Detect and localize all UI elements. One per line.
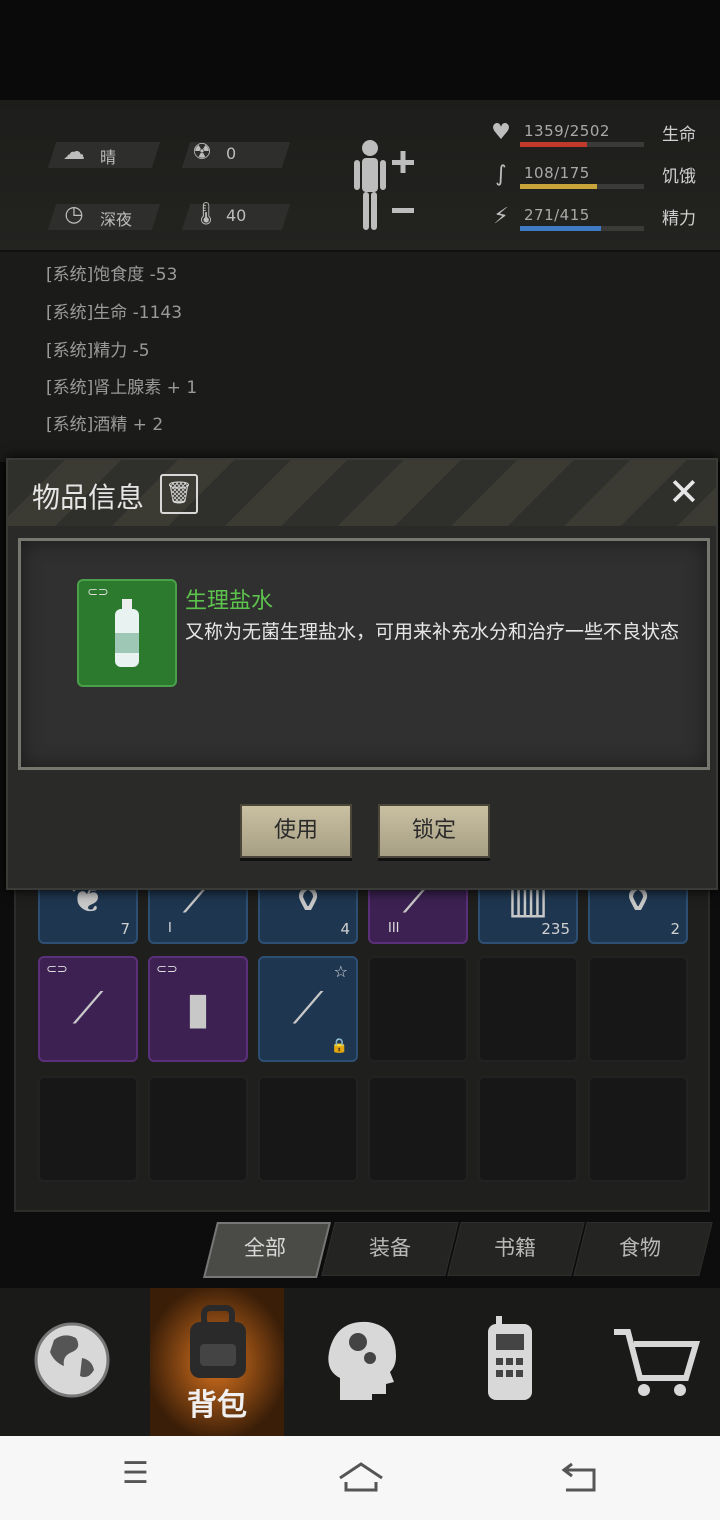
log-line: [系统]酒精 + 2	[46, 415, 164, 435]
link-icon: ⊂⊃	[46, 962, 68, 977]
nav-backpack-label: 背包	[187, 1388, 247, 1423]
stat-bar-fill	[520, 226, 601, 231]
item-detail-panel: ⊂⊃ 生理盐水 又称为无菌生理盐水，可用来补充水分和治疗一些不良状态	[18, 538, 710, 770]
log-line: [系统]肾上腺素 + 1	[46, 378, 198, 398]
lock-button[interactable]: 锁定	[378, 804, 490, 858]
cloud-icon: ☁	[63, 140, 85, 165]
inventory-slot[interactable]: ⟋ ⊂⊃	[38, 956, 138, 1062]
star-icon: ☆	[333, 962, 348, 981]
mind-icon	[328, 1321, 396, 1400]
nav-world[interactable]	[4, 1288, 148, 1436]
link-icon: ⊂⊃	[156, 962, 178, 977]
stat-label: 精力	[662, 209, 696, 229]
energy-icon: ⚡	[493, 204, 509, 229]
link-icon: ⊂⊃	[87, 585, 109, 600]
time-text: 深夜	[100, 210, 133, 229]
inventory-slot[interactable]: ⟋ ☆ 🔒	[258, 956, 358, 1062]
backpack-icon	[190, 1305, 246, 1378]
inventory-slot-empty[interactable]	[588, 956, 688, 1062]
stomach-icon: ∫	[495, 162, 507, 187]
thermometer-icon: 🌡	[192, 202, 220, 227]
radiation-value: 0	[226, 144, 237, 163]
heart-icon: ♥	[491, 120, 511, 145]
knife-icon: ⟋	[182, 872, 214, 923]
globe-icon	[34, 1322, 110, 1398]
cart-icon	[614, 1329, 701, 1396]
inventory-slot[interactable]: ❦ 7	[38, 876, 138, 944]
inventory-slot[interactable]: ⚱ 2	[588, 876, 688, 944]
item-count: 2	[670, 920, 680, 938]
radio-icon	[488, 1316, 532, 1400]
inventory-slot-empty[interactable]	[148, 1076, 248, 1182]
weather-text: 晴	[100, 148, 117, 167]
back-icon[interactable]	[558, 1460, 602, 1494]
item-name: 生理盐水	[185, 589, 274, 614]
tab-books-label: 书籍	[494, 1236, 536, 1260]
item-info-dialog: 物品信息 🗑 ✕ ⊂⊃ 生理盐水 又称为无菌生理盐水，可用来补充水分和治疗一些不…	[6, 458, 718, 890]
close-icon[interactable]: ✕	[668, 470, 700, 514]
inventory-slot[interactable]: ⟋ I	[148, 872, 248, 944]
inventory-slot-empty[interactable]	[368, 956, 468, 1062]
inventory-slot-empty[interactable]	[368, 1076, 468, 1182]
inventory-slot-empty[interactable]	[478, 1076, 578, 1182]
body-figure-icon[interactable]	[348, 138, 418, 234]
inventory-slot-empty[interactable]	[38, 1076, 138, 1182]
stat-bar-fill	[520, 142, 588, 147]
weapon-icon: ⟋	[402, 872, 434, 923]
item-tier: I	[168, 921, 172, 936]
item-description: 又称为无菌生理盐水，可用来补充水分和治疗一些不良状态	[185, 621, 680, 643]
tab-all-label: 全部	[244, 1236, 286, 1260]
inventory-grid: ❦ 7 ⟋ I ⚱ 4 ⟋ III ▥ 235 ⚱ 2 ⟋ ⊂⊃ ▮ ⊂⊃ ⟋ ☆ 🔒	[14, 872, 710, 1212]
tab-equipment-label: 装备	[369, 1236, 411, 1260]
stat-value: 1359/2502	[524, 122, 610, 140]
stat-bar	[520, 184, 644, 189]
log-line: [系统]精力 -5	[46, 341, 150, 361]
inventory-slot[interactable]: ▮ ⊂⊃	[148, 956, 248, 1062]
stat-bar-fill	[520, 184, 597, 189]
message-log[interactable]: [系统]饱食度 -53 [系统]生命 -1143 [系统]精力 -5 [系统]肾…	[0, 252, 720, 462]
item-count: 4	[340, 920, 350, 938]
stat-label: 饥饿	[662, 167, 696, 187]
temperature-value: 40	[226, 206, 247, 225]
inventory-slot[interactable]: ⚱ 4	[258, 876, 358, 944]
stat-bar	[520, 226, 644, 231]
nav-backpack[interactable]: 背包	[150, 1288, 284, 1436]
use-button[interactable]: 使用	[240, 804, 352, 858]
inventory-slot-empty[interactable]	[478, 956, 578, 1062]
saline-bottle-icon: ⊂⊃	[77, 579, 177, 687]
log-line: [系统]饱食度 -53	[46, 265, 178, 285]
nav-shop[interactable]	[580, 1288, 720, 1436]
radiation-icon: ☢	[192, 140, 212, 165]
inventory-slot[interactable]: ▥ 235	[478, 876, 578, 944]
stat-label: 生命	[662, 125, 696, 145]
inventory-slot-empty[interactable]	[588, 1076, 688, 1182]
stat-value: 108/175	[524, 164, 590, 182]
menu-icon[interactable]: ☰	[122, 1456, 149, 1491]
inventory-slot-empty[interactable]	[258, 1076, 358, 1182]
item-count: 235	[541, 920, 570, 938]
nav-radio[interactable]	[436, 1288, 580, 1436]
log-line: [系统]生命 -1143	[46, 303, 183, 323]
inventory-slot[interactable]: ⟋ III	[368, 872, 468, 944]
tab-food-label: 食物	[619, 1236, 661, 1260]
home-icon[interactable]	[336, 1460, 386, 1494]
stat-bar	[520, 142, 644, 147]
item-count: 7	[120, 920, 130, 938]
dialog-title: 物品信息	[32, 481, 145, 514]
clock-icon: ◷	[64, 202, 84, 227]
item-tier: III	[388, 921, 400, 936]
nav-skills[interactable]	[290, 1288, 434, 1436]
hud-panel: ☁ 晴 ☢ 0 ◷ 深夜 🌡 40 ♥ 1359/2502 生命 ∫ 108/175 饥饿…	[0, 100, 720, 252]
status-bar	[0, 0, 720, 100]
stat-value: 271/415	[524, 206, 590, 224]
trash-icon[interactable]: 🗑	[160, 474, 198, 514]
lock-icon: 🔒	[330, 1038, 348, 1054]
